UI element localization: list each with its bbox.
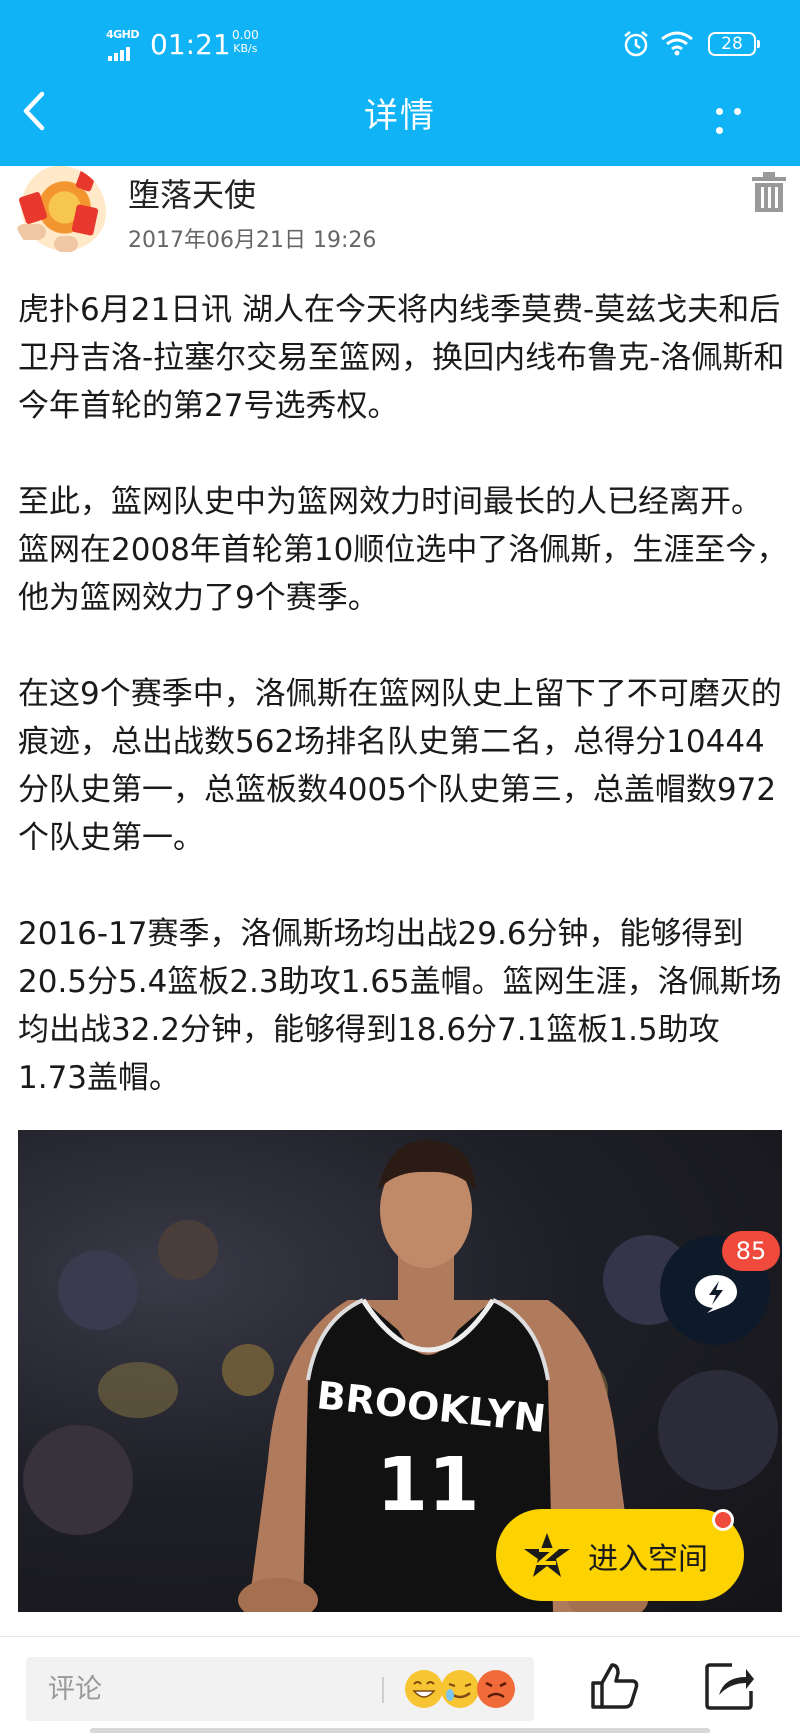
paragraph: 在这9个赛季中，洛佩斯在篮网队史上留下了不可磨灭的痕迹，总出战数562场排名队史… [18, 676, 782, 856]
divider [382, 1677, 384, 1703]
post-time: 2017年06月21日 19:26 [128, 228, 377, 253]
author-info: 堕落天使 2017年06月21日 19:26 [0, 166, 800, 266]
trash-icon[interactable] [752, 172, 786, 212]
enter-space-label: 进入空间 [588, 1542, 708, 1577]
avatar[interactable] [14, 166, 106, 258]
home-indicator [90, 1728, 710, 1733]
speed-unit: KB/s [233, 42, 258, 55]
network-speed: 0.00 KB/s [232, 28, 259, 56]
notification-count: 85 [722, 1231, 780, 1271]
alarm-icon [624, 31, 648, 57]
app-header: 4GHD 01:21 0.00 KB/s 28 详情 [0, 0, 800, 166]
battery-icon: 28 [708, 32, 760, 56]
page-title: 详情 [364, 96, 436, 136]
author-name[interactable]: 堕落天使 [128, 170, 256, 216]
jersey-number: 11 [377, 1442, 480, 1528]
status-bar: 4GHD 01:21 0.00 KB/s 28 [0, 0, 800, 80]
notification-dot [712, 1509, 734, 1531]
status-time: 01:21 [150, 28, 231, 61]
more-dots-icon[interactable] [716, 100, 768, 134]
bottom-action-bar [0, 1636, 800, 1733]
comment-box [26, 1657, 534, 1721]
paragraph: 2016-17赛季，洛佩斯场均出战29.6分钟，能够得到20.5分5.4篮板2.… [18, 916, 782, 1096]
paragraph: 至此，篮网队史中为篮网效力时间最长的人已经离开。篮网在2008年首轮第10顺位选… [18, 484, 788, 616]
emoji-icon[interactable] [402, 1667, 522, 1711]
network-type: 4GHD [106, 28, 140, 41]
post-content: 虎扑6月21日讯 湖人在今天将内线季莫费-莫兹戈夫和后卫丹吉洛-拉塞尔交易至篮网… [18, 286, 788, 1150]
share-icon[interactable] [704, 1661, 756, 1711]
wifi-icon [661, 31, 693, 56]
paragraph: 虎扑6月21日讯 湖人在今天将内线季莫费-莫兹戈夫和后卫丹吉洛-拉塞尔交易至篮网… [18, 292, 785, 424]
signal-icon: 4GHD [106, 28, 142, 61]
thumbs-up-icon[interactable] [590, 1661, 640, 1711]
enter-space-button[interactable]: 进入空间 [496, 1509, 744, 1601]
comment-input[interactable] [48, 1657, 388, 1721]
floating-chat-button[interactable]: 85 [660, 1231, 780, 1355]
z-logo-icon [524, 1533, 570, 1577]
lightning-chat-icon [695, 1275, 737, 1313]
speed-value: 0.00 [232, 28, 259, 42]
